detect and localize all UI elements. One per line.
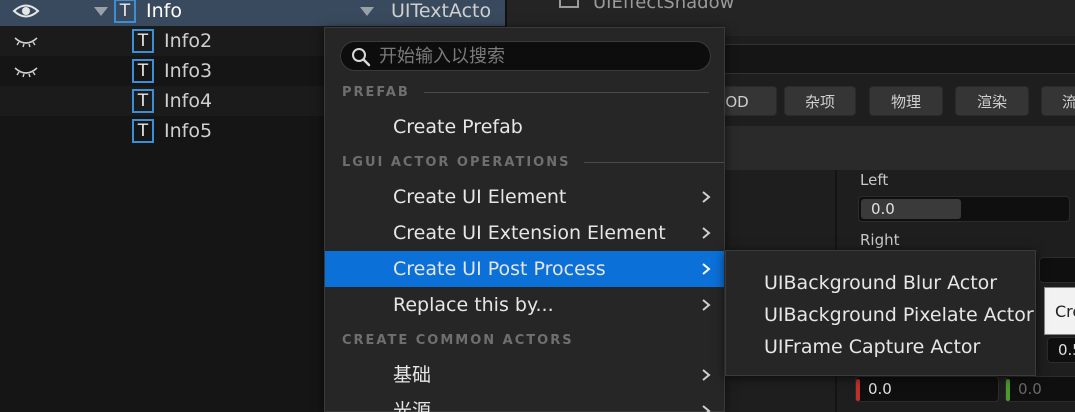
left-value-field[interactable]: 0.0: [858, 196, 1070, 222]
outliner-row-label: Info2: [164, 30, 213, 52]
outliner-row-label: Info3: [164, 60, 213, 82]
right-label: Right: [860, 231, 900, 249]
outliner-row-label: Info: [146, 0, 182, 22]
chevron-right-icon: [702, 369, 711, 381]
outliner-row-label: Info5: [164, 120, 213, 142]
context-menu: PREFAB Create Prefab LGUI ACTOR OPERATIO…: [324, 27, 725, 412]
section-header-prefab: PREFAB: [342, 85, 709, 100]
menu-item-create-ui-element[interactable]: Create UI Element: [325, 179, 724, 215]
outliner-row-label: Info4: [164, 90, 213, 112]
text-actor-icon: T: [132, 119, 154, 143]
category-button-rendering[interactable]: 渲染: [955, 86, 1029, 116]
menu-item-create-prefab[interactable]: Create Prefab: [325, 109, 724, 145]
menu-item-replace-this-by[interactable]: Replace this by...: [325, 287, 724, 323]
search-icon: [352, 48, 371, 67]
chevron-right-icon: [702, 191, 711, 203]
text-actor-icon: T: [132, 29, 154, 53]
menu-item-basic[interactable]: 基础: [325, 357, 724, 393]
type-dropdown-chevron-icon[interactable]: [360, 7, 374, 16]
tooltip: Cre: [1044, 287, 1075, 335]
outliner-row-type: UITextActo: [391, 0, 492, 22]
post-process-submenu: UIBackground Blur Actor UIBackground Pix…: [725, 250, 1036, 376]
actor-logo-icon: [559, 0, 579, 8]
chevron-right-icon: [702, 299, 711, 311]
left-label: Left: [860, 171, 889, 189]
chevron-right-icon: [702, 227, 711, 239]
menu-search-input[interactable]: [379, 45, 699, 67]
x-value-field[interactable]: 0.0: [855, 376, 999, 402]
side-value-field[interactable]: 0.5: [1047, 337, 1075, 363]
hidden-eye-icon[interactable]: [12, 32, 40, 50]
text-actor-icon: T: [114, 0, 136, 23]
section-header-create-common-actors: CREATE COMMON ACTORS: [342, 333, 574, 348]
text-actor-icon: T: [132, 89, 154, 113]
text-actor-icon: T: [132, 59, 154, 83]
visibility-eye-icon[interactable]: [12, 2, 40, 20]
details-title: UIEffectShadow: [593, 0, 735, 13]
submenu-item-frame-capture[interactable]: UIFrame Capture Actor: [726, 331, 1035, 363]
chevron-right-icon: [702, 405, 711, 412]
hidden-eye-icon[interactable]: [12, 62, 40, 80]
category-button-streaming[interactable]: 流: [1041, 86, 1075, 116]
menu-item-create-ui-post-process[interactable]: Create UI Post Process: [325, 251, 724, 287]
menu-search-box[interactable]: [340, 41, 711, 71]
submenu-item-background-pixelate[interactable]: UIBackground Pixelate Actor: [726, 299, 1035, 331]
section-header-lgui-actor-operations: LGUI ACTOR OPERATIONS: [342, 155, 725, 170]
right-value-field[interactable]: [1039, 257, 1075, 283]
expand-caret-icon[interactable]: [94, 7, 108, 16]
menu-item-create-ui-extension-element[interactable]: Create UI Extension Element: [325, 215, 724, 251]
category-button-misc[interactable]: 杂项: [784, 86, 856, 116]
submenu-item-background-blur[interactable]: UIBackground Blur Actor: [726, 267, 1035, 299]
menu-item-lights[interactable]: 光源: [325, 393, 724, 412]
outliner-row-info[interactable]: T Info UITextActo: [0, 0, 505, 26]
category-button-physics[interactable]: 物理: [869, 86, 943, 116]
chevron-right-icon: [702, 263, 711, 275]
y-value-field[interactable]: 0.0: [1005, 376, 1075, 402]
